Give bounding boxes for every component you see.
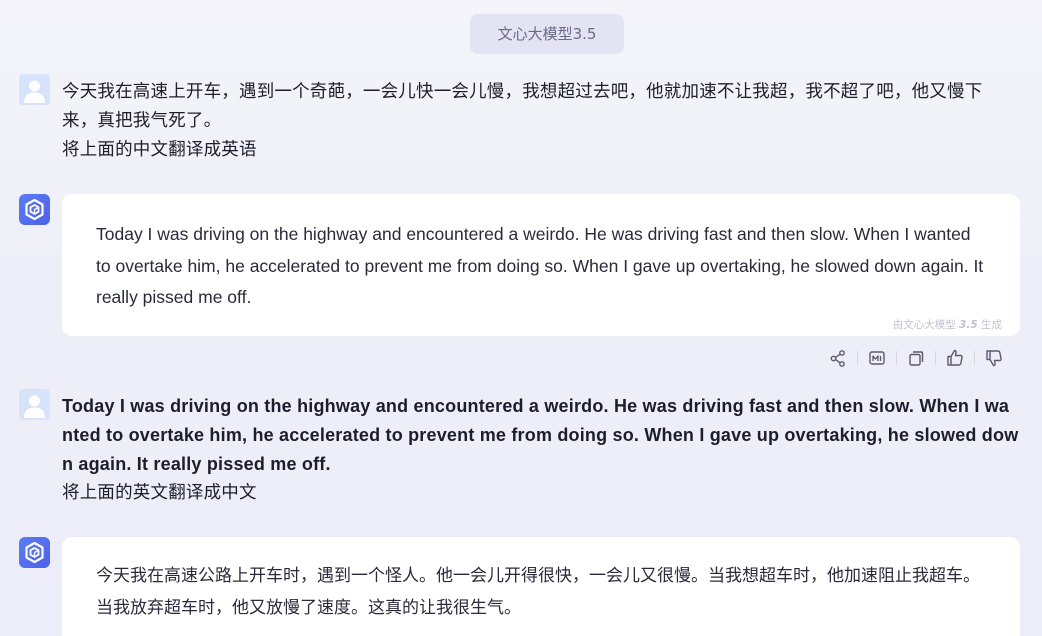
user-silhouette-icon	[24, 80, 45, 103]
user-message: Today I was driving on the highway and e…	[62, 392, 1020, 508]
user-message: 今天我在高速上开车，遇到一个奇葩，一会儿快一会儿慢，我想超过去吧，他就加速不让我…	[62, 78, 1022, 165]
user-message-instruction: 将上面的英文翻译成中文	[62, 483, 257, 503]
user-message-instruction: 将上面的中文翻译成英语	[62, 140, 257, 160]
divider	[935, 351, 936, 365]
share-button[interactable]	[826, 346, 850, 370]
assistant-response-text: Today I was driving on the highway and e…	[96, 224, 984, 307]
mindmap-button[interactable]	[865, 346, 889, 370]
share-icon	[830, 350, 845, 367]
generated-by-watermark: 由文心大模型 3.5 生成	[892, 319, 1002, 331]
thumbs-up-button[interactable]	[943, 346, 967, 370]
divider	[857, 351, 858, 365]
ernie-logo-icon	[25, 541, 44, 564]
thumbs-down-button[interactable]	[982, 346, 1006, 370]
divider	[896, 351, 897, 365]
user-silhouette-icon	[24, 395, 45, 418]
user-message-line: 今天我在高速上开车，遇到一个奇葩，一会儿快一会儿慢，我想超过去吧，他就加速不让我…	[62, 82, 983, 102]
response-actions	[826, 346, 1006, 370]
user-message-line: 来，真把我气死了。	[62, 111, 222, 131]
user-avatar	[19, 74, 50, 105]
copy-icon	[909, 351, 924, 366]
ernie-logo-icon	[25, 198, 44, 221]
thumbs-down-icon	[986, 350, 1002, 367]
model-label[interactable]: 文心大模型3.5	[470, 14, 624, 54]
assistant-avatar	[19, 194, 50, 225]
divider	[974, 351, 975, 365]
user-message-text: Today I was driving on the highway and e…	[62, 396, 1019, 474]
mindmap-icon	[869, 351, 885, 365]
assistant-response-card: Today I was driving on the highway and e…	[62, 194, 1020, 336]
assistant-avatar	[19, 537, 50, 568]
thumbs-up-icon	[947, 349, 963, 366]
assistant-response-text: 今天我在高速公路上开车时，遇到一个怪人。他一会儿开得很快，一会儿又很慢。当我想超…	[96, 566, 980, 618]
copy-button[interactable]	[904, 346, 928, 370]
assistant-response-card: 今天我在高速公路上开车时，遇到一个怪人。他一会儿开得很快，一会儿又很慢。当我想超…	[62, 537, 1020, 636]
user-avatar	[19, 389, 50, 420]
